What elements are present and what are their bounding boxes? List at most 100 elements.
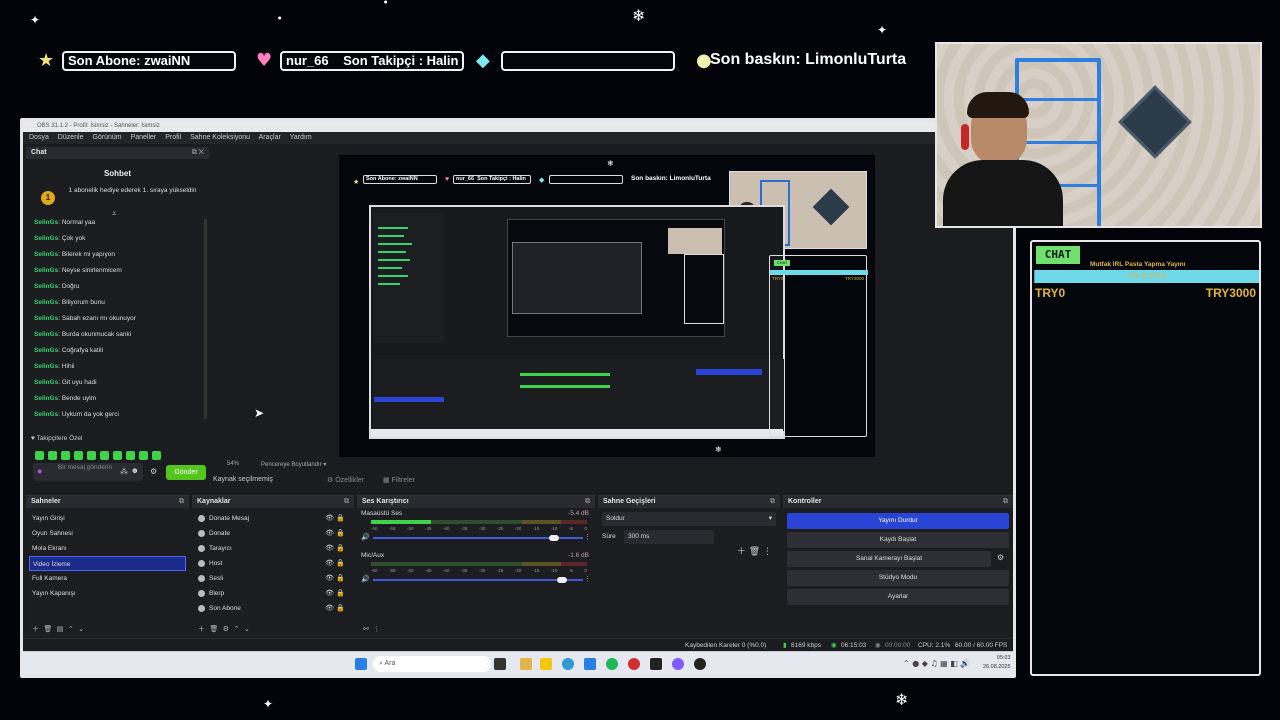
- emote-icon[interactable]: [48, 451, 57, 460]
- visibility-lock-icon[interactable]: 👁 🔒: [325, 601, 345, 616]
- delete-icon[interactable]: 🗑: [43, 625, 52, 633]
- menu-tools[interactable]: Araçlar: [259, 134, 281, 141]
- dock-float-icon[interactable]: ⧉: [179, 496, 184, 508]
- menu-scene-collection[interactable]: Sahne Koleksiyonu: [190, 134, 250, 141]
- more-icon[interactable]: ⋮: [763, 547, 772, 557]
- visibility-lock-icon[interactable]: 👁 🔒: [325, 571, 345, 586]
- volume-slider[interactable]: [373, 577, 583, 583]
- up-icon[interactable]: ⌃: [68, 625, 74, 633]
- transition-select[interactable]: Soldur ▾: [602, 512, 776, 526]
- emote-icon[interactable]: [126, 451, 135, 460]
- chat-scrollbar[interactable]: [204, 219, 207, 419]
- scene-item[interactable]: Yayın Kapanışı: [29, 586, 186, 601]
- emoji-icon[interactable]: ☻: [131, 466, 139, 475]
- volume-slider-handle[interactable]: [557, 577, 567, 583]
- more-icon[interactable]: ⋮: [373, 625, 380, 633]
- duration-input[interactable]: 300 ms: [624, 530, 714, 544]
- clock[interactable]: 05:03 26.08.2025: [983, 654, 1011, 672]
- emote-icon[interactable]: [35, 451, 44, 460]
- gear-icon[interactable]: ⚙: [997, 553, 1004, 562]
- add-icon[interactable]: ＋: [737, 547, 746, 557]
- source-item[interactable]: Donate 👁 🔒: [195, 526, 351, 541]
- send-button[interactable]: Gönder: [166, 465, 206, 480]
- zoom-level[interactable]: 54%: [227, 461, 239, 467]
- gear-icon[interactable]: ⚙: [223, 625, 229, 633]
- emote-icon[interactable]: [100, 451, 109, 460]
- discord-icon[interactable]: [672, 658, 684, 670]
- link-icon[interactable]: ⚯: [363, 625, 369, 633]
- chat-username[interactable]: SelinGs: [34, 363, 58, 370]
- spotify-icon[interactable]: [606, 658, 618, 670]
- control-button[interactable]: Stüdyo Modu: [787, 570, 1009, 586]
- tray-icons[interactable]: ⌃ ● ◆ ♫ ▦ ◧ 🔊: [903, 659, 970, 668]
- volume-slider[interactable]: [373, 535, 583, 541]
- down-icon[interactable]: ⌄: [78, 625, 84, 633]
- visibility-lock-icon[interactable]: 👁 🔒: [325, 541, 345, 556]
- dock-close-icon[interactable]: ⧉ ✕: [192, 147, 204, 159]
- emote-icon[interactable]: [152, 451, 161, 460]
- up-icon[interactable]: ⌃: [234, 625, 240, 633]
- control-button[interactable]: Yayını Durdur: [787, 513, 1009, 529]
- menu-profile[interactable]: Profil: [165, 134, 181, 141]
- capcut-icon[interactable]: [650, 658, 662, 670]
- filters-button[interactable]: ▦ Filtreler: [383, 476, 415, 484]
- source-item[interactable]: Sesli 👁 🔒: [195, 571, 351, 586]
- menu-view[interactable]: Görünüm: [92, 134, 121, 141]
- emote-icon[interactable]: [87, 451, 96, 460]
- visibility-lock-icon[interactable]: 👁 🔒: [325, 556, 345, 571]
- store-icon[interactable]: [584, 658, 596, 670]
- preview-canvas[interactable]: ★ Son Abone: zwaiNN ♥ nur_66 Son Takipçi…: [339, 155, 875, 457]
- chat-username[interactable]: SelinGs: [34, 315, 58, 322]
- windows-start-icon[interactable]: [355, 658, 367, 670]
- chat-username[interactable]: SelinGs: [34, 411, 58, 418]
- delete-icon[interactable]: 🗑: [209, 625, 218, 633]
- chat-username[interactable]: SelinGs: [34, 331, 58, 338]
- add-icon[interactable]: ＋: [32, 625, 39, 633]
- chat-username[interactable]: SelinGs: [34, 283, 58, 290]
- properties-button[interactable]: ⚙ Özellikler: [327, 476, 364, 484]
- menu-edit[interactable]: Düzenle: [58, 134, 84, 141]
- visibility-lock-icon[interactable]: 👁 🔒: [325, 526, 345, 541]
- emote-icon[interactable]: [61, 451, 70, 460]
- filter-icon[interactable]: ▤: [57, 625, 64, 633]
- dock-float-icon[interactable]: ⧉: [1003, 496, 1008, 508]
- source-item[interactable]: Donate Mesaj 👁 🔒: [195, 511, 351, 526]
- visibility-lock-icon[interactable]: 👁 🔒: [325, 511, 345, 526]
- menu-help[interactable]: Yardım: [290, 134, 312, 141]
- source-item[interactable]: Host 👁 🔒: [195, 556, 351, 571]
- chevron-down-icon[interactable]: ⩡: [112, 209, 117, 219]
- dock-float-icon[interactable]: ⧉: [770, 496, 775, 508]
- scene-item[interactable]: Full Kamera: [29, 571, 186, 586]
- chat-username[interactable]: SelinGs: [34, 299, 58, 306]
- visibility-lock-icon[interactable]: 👁 🔒: [325, 586, 345, 601]
- emote-icon[interactable]: [139, 451, 148, 460]
- file-explorer-icon[interactable]: [540, 658, 552, 670]
- source-item[interactable]: Blerp 👁 🔒: [195, 586, 351, 601]
- more-icon[interactable]: ⋮: [584, 533, 591, 541]
- emote-icon[interactable]: [74, 451, 83, 460]
- chat-username[interactable]: SelinGs: [34, 251, 58, 258]
- more-icon[interactable]: ⋮: [584, 575, 591, 583]
- volume-slider-handle[interactable]: [548, 535, 559, 541]
- dock-float-icon[interactable]: ⧉: [585, 496, 590, 508]
- task-view-icon[interactable]: [494, 658, 506, 670]
- chat-username[interactable]: SelinGs: [34, 235, 58, 242]
- source-item[interactable]: Son Abone 👁 🔒: [195, 601, 351, 616]
- scene-item[interactable]: Video İzleme: [29, 556, 186, 571]
- chat-username[interactable]: SelinGs: [34, 219, 58, 226]
- scene-item[interactable]: Mola Ekranı: [29, 541, 186, 556]
- widgets-icon[interactable]: [520, 658, 532, 670]
- control-button[interactable]: Sanal Kamerayı Başlat: [787, 551, 991, 567]
- scene-item[interactable]: Yayın Girişi: [29, 511, 186, 526]
- taskbar-search[interactable]: ⌕ Ara: [373, 656, 491, 672]
- source-item[interactable]: Tarayıcı 👁 🔒: [195, 541, 351, 556]
- menu-docks[interactable]: Paneller: [131, 134, 157, 141]
- add-icon[interactable]: ＋: [198, 625, 205, 633]
- chat-username[interactable]: SelinGs: [34, 395, 58, 402]
- chat-username[interactable]: SelinGs: [34, 347, 58, 354]
- gear-icon[interactable]: ⚙: [150, 467, 157, 476]
- chat-username[interactable]: SelinGs: [34, 267, 58, 274]
- down-icon[interactable]: ⌄: [244, 625, 250, 633]
- edge-icon[interactable]: [562, 658, 574, 670]
- emote-icon[interactable]: [113, 451, 122, 460]
